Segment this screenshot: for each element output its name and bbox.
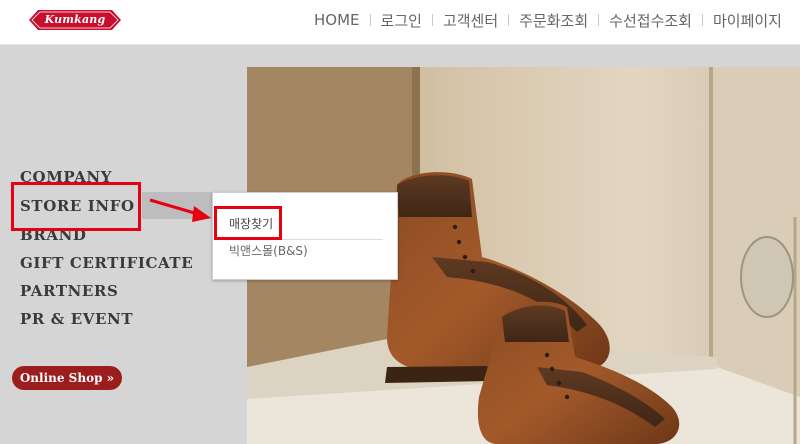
nav-repair-lookup[interactable]: 수선접수조회: [599, 10, 702, 31]
nav-mypage[interactable]: 마이페이지: [703, 10, 792, 31]
sidenav-pr-event[interactable]: PR & EVENT: [20, 310, 133, 328]
store-finder-annotation-box: [214, 206, 282, 240]
logo-text: Kumkang: [44, 13, 106, 26]
kumkang-logo[interactable]: Kumkang: [28, 9, 122, 31]
annotation-arrow-icon: [149, 198, 211, 222]
online-shop-button[interactable]: Online Shop »: [12, 366, 122, 390]
nav-order-lookup[interactable]: 주문화조회: [509, 10, 598, 31]
nav-login[interactable]: 로그인: [371, 10, 432, 31]
nav-customer-center[interactable]: 고객센터: [433, 10, 508, 31]
nav-home[interactable]: HOME: [304, 11, 370, 29]
top-nav: HOME 로그인 고객센터 주문화조회 수선접수조회 마이페이지: [304, 0, 792, 40]
sidenav-gift-certificate[interactable]: GIFT CERTIFICATE: [20, 254, 193, 272]
dropdown-item-big-and-small[interactable]: 빅앤스몰(B&S): [229, 242, 308, 259]
site-header: Kumkang HOME 로그인 고객센터 주문화조회 수선접수조회 마이페이지: [0, 0, 800, 45]
sidenav-partners[interactable]: PARTNERS: [20, 282, 118, 300]
store-info-annotation-box: [11, 182, 141, 231]
